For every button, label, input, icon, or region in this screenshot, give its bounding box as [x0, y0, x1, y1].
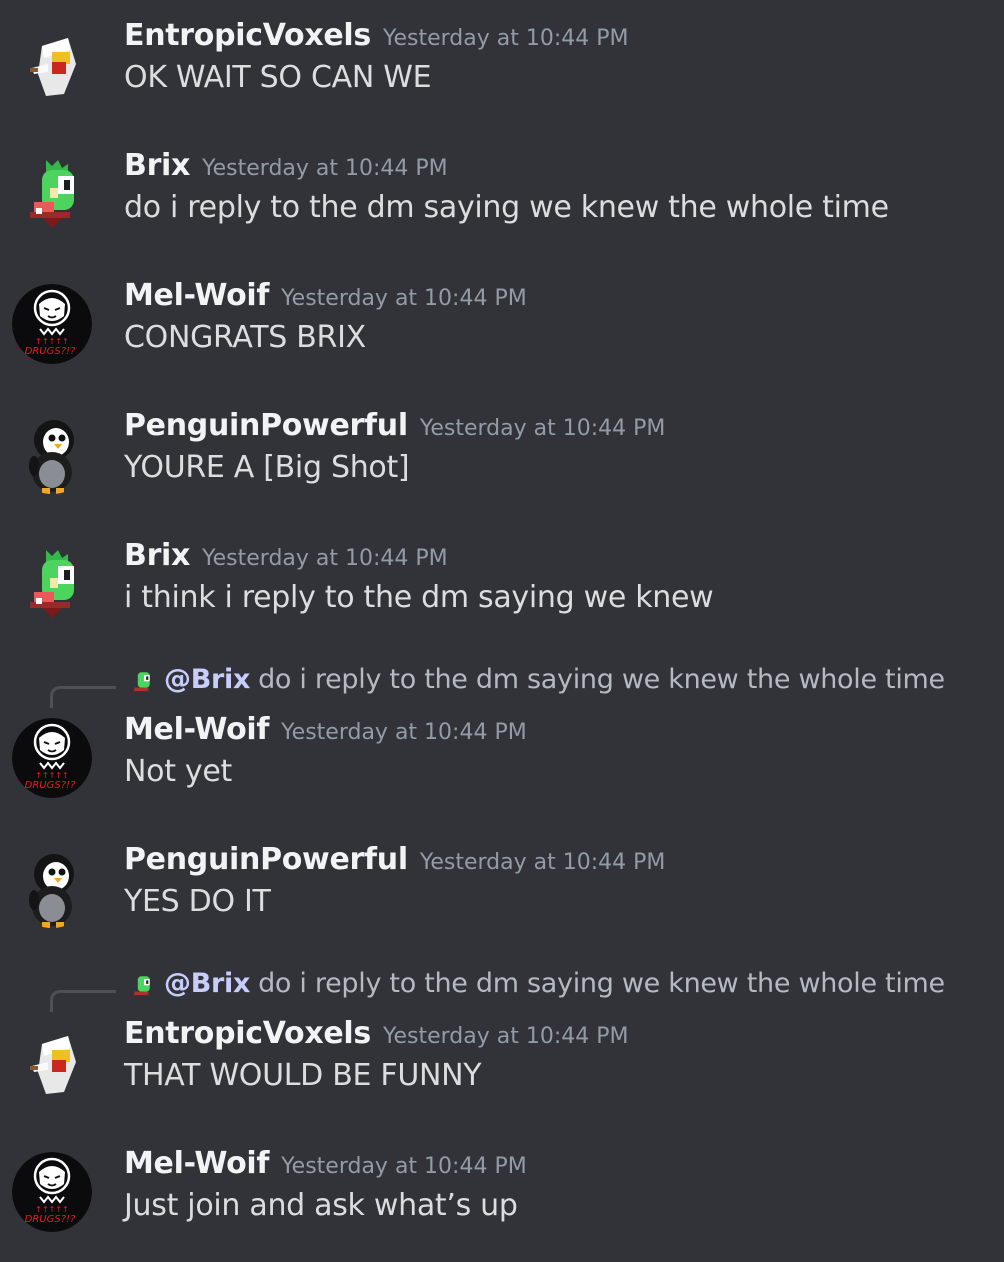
- message-timestamp: Yesterday at 10:44 PM: [281, 1154, 527, 1179]
- wolf-drugs-avatar-icon[interactable]: ↑↑↑↑↑ DRUGS?!?: [12, 718, 92, 798]
- message-author[interactable]: PenguinPowerful: [124, 408, 408, 443]
- reply-reference[interactable]: @Brix do i reply to the dm saying we knew…: [0, 662, 1004, 708]
- wolf-drugs-avatar-icon[interactable]: ↑↑↑↑↑ DRUGS?!?: [12, 1152, 92, 1232]
- message-author[interactable]: Mel-Woif: [124, 712, 269, 747]
- wolf-drugs-avatar-icon[interactable]: ↑↑↑↑↑ DRUGS?!?: [12, 284, 92, 364]
- green-dragon-avatar-icon[interactable]: [12, 544, 92, 624]
- message-text: do i reply to the dm saying we knew the …: [124, 190, 889, 225]
- reply-reference[interactable]: @Brix do i reply to the dm saying we knew…: [0, 966, 1004, 1012]
- green-dragon-avatar-icon: [128, 668, 156, 696]
- chat-message[interactable]: PenguinPowerful Yesterday at 10:44 PM YOU…: [0, 408, 1004, 508]
- green-dragon-avatar-icon[interactable]: [12, 154, 92, 234]
- message-timestamp: Yesterday at 10:44 PM: [202, 546, 448, 571]
- reply-spine: [50, 686, 116, 708]
- message-text: Just join and ask what’s up: [124, 1188, 518, 1223]
- reply-mention[interactable]: @Brix: [164, 968, 250, 999]
- chicken-avatar-icon[interactable]: [12, 24, 92, 104]
- chat-message[interactable]: EntropicVoxels Yesterday at 10:44 PM OK W…: [0, 18, 1004, 118]
- chat-message[interactable]: Brix Yesterday at 10:44 PM i think i repl…: [0, 538, 1004, 638]
- message-timestamp: Yesterday at 10:44 PM: [382, 1024, 629, 1049]
- message-text: Not yet: [124, 754, 232, 789]
- svg-text:DRUGS?!?: DRUGS?!?: [25, 346, 76, 357]
- green-dragon-avatar-icon: [128, 972, 156, 1000]
- svg-text:↑↑↑↑↑: ↑↑↑↑↑: [35, 337, 69, 346]
- svg-text:↑↑↑↑↑: ↑↑↑↑↑: [35, 771, 69, 780]
- reply-mention[interactable]: @Brix: [164, 664, 250, 695]
- chat-message[interactable]: EntropicVoxels Yesterday at 10:44 PM THAT…: [0, 1016, 1004, 1116]
- reply-spine: [50, 990, 116, 1012]
- message-timestamp: Yesterday at 10:44 PM: [281, 286, 527, 311]
- reply-snippet[interactable]: do i reply to the dm saying we knew the …: [258, 664, 945, 695]
- message-author[interactable]: Mel-Woif: [124, 1146, 269, 1181]
- message-text: YOURE A [Big Shot]: [124, 450, 410, 485]
- message-author[interactable]: PenguinPowerful: [124, 842, 408, 877]
- message-author[interactable]: EntropicVoxels: [124, 18, 371, 53]
- chat-message[interactable]: Brix Yesterday at 10:44 PM do i reply to …: [0, 148, 1004, 248]
- message-timestamp: Yesterday at 10:44 PM: [382, 26, 629, 51]
- svg-text:↑↑↑↑↑: ↑↑↑↑↑: [35, 1205, 69, 1214]
- message-timestamp: Yesterday at 10:44 PM: [419, 850, 666, 875]
- message-timestamp: Yesterday at 10:44 PM: [281, 720, 527, 745]
- message-text: THAT WOULD BE FUNNY: [124, 1058, 482, 1093]
- message-timestamp: Yesterday at 10:44 PM: [202, 156, 448, 181]
- chat-message-list: EntropicVoxels Yesterday at 10:44 PM OK W…: [0, 0, 1004, 1262]
- svg-text:DRUGS?!?: DRUGS?!?: [25, 780, 76, 791]
- chat-message[interactable]: ↑↑↑↑↑ DRUGS?!? Mel-Woif Yesterday at 10:4…: [0, 1146, 1004, 1246]
- chicken-avatar-icon[interactable]: [12, 1022, 92, 1102]
- reply-snippet[interactable]: do i reply to the dm saying we knew the …: [258, 968, 945, 999]
- message-text: OK WAIT SO CAN WE: [124, 60, 432, 95]
- message-text: YES DO IT: [124, 884, 271, 919]
- message-author[interactable]: Brix: [124, 538, 190, 573]
- chat-message[interactable]: PenguinPowerful Yesterday at 10:44 PM YES…: [0, 842, 1004, 942]
- svg-text:DRUGS?!?: DRUGS?!?: [25, 1214, 76, 1225]
- message-text: CONGRATS BRIX: [124, 320, 366, 355]
- chat-message[interactable]: ↑↑↑↑↑ DRUGS?!? Mel-Woif Yesterday at 10:4…: [0, 712, 1004, 812]
- message-text: i think i reply to the dm saying we knew: [124, 580, 714, 615]
- penguin-avatar-icon[interactable]: [12, 848, 92, 928]
- message-author[interactable]: Mel-Woif: [124, 278, 269, 313]
- chat-message[interactable]: ↑↑↑↑↑ DRUGS?!? Mel-Woif Yesterday at 10:4…: [0, 278, 1004, 378]
- message-timestamp: Yesterday at 10:44 PM: [419, 416, 666, 441]
- message-author[interactable]: Brix: [124, 148, 190, 183]
- message-author[interactable]: EntropicVoxels: [124, 1016, 371, 1051]
- penguin-avatar-icon[interactable]: [12, 414, 92, 494]
